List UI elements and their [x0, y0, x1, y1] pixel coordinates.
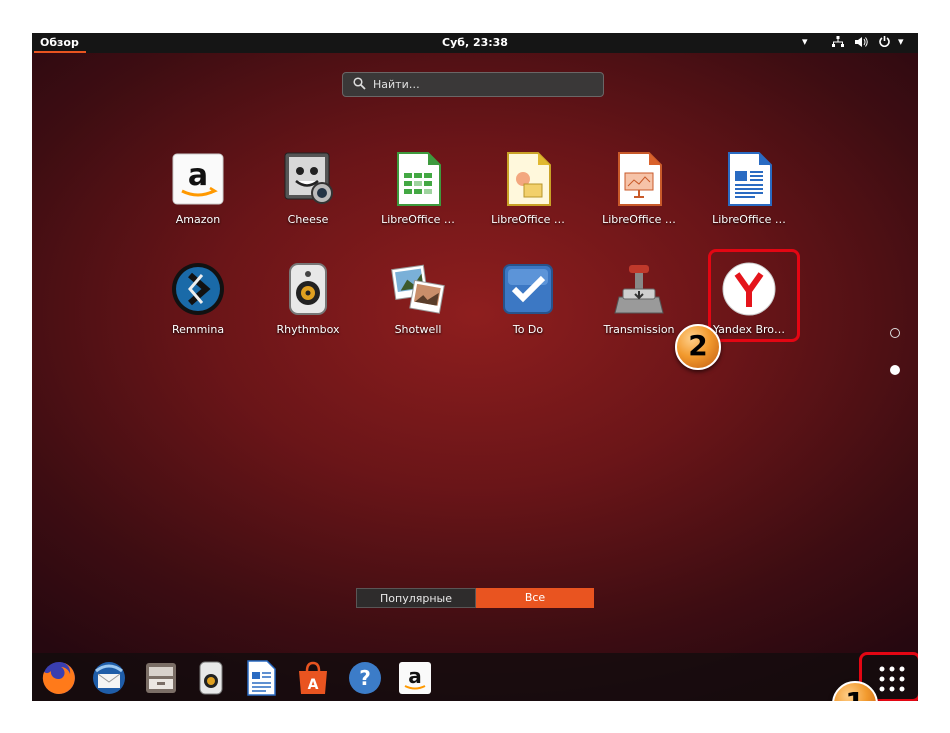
- libreoffice-writer-icon[interactable]: [242, 659, 280, 697]
- page-indicator-2[interactable]: [890, 365, 900, 375]
- firefox-icon[interactable]: [40, 659, 78, 697]
- yandex-highlight-box: [708, 249, 800, 342]
- app-label: Rhythmbox: [276, 323, 340, 336]
- view-switcher: Популярные Все: [356, 588, 594, 608]
- rhythmbox-icon: [280, 261, 336, 317]
- search-placeholder: Найти…: [373, 78, 420, 91]
- svg-text:A: A: [308, 677, 319, 693]
- transmission-icon: [611, 261, 667, 317]
- remmina-icon: [170, 261, 226, 317]
- page-indicator-1[interactable]: [890, 328, 900, 338]
- desktop-screen: Обзор Суб, 23:38 ▾ ▾ Найти… a Amazon Che…: [32, 33, 918, 701]
- libreoffice-draw-icon: [500, 151, 556, 207]
- clock[interactable]: Суб, 23:38: [32, 36, 918, 49]
- app-label: To Do: [512, 323, 544, 336]
- ubuntu-software-icon[interactable]: A: [294, 659, 332, 697]
- dropdown-arrow-icon[interactable]: ▾: [802, 35, 808, 48]
- thunderbird-icon[interactable]: [90, 659, 128, 697]
- svg-text:a: a: [408, 664, 422, 688]
- chevron-down-icon[interactable]: ▾: [898, 35, 904, 48]
- power-icon[interactable]: [878, 35, 891, 51]
- tab-all[interactable]: Все: [476, 588, 594, 608]
- app-label: LibreOffice …: [602, 213, 676, 226]
- dock: A ? a: [32, 653, 918, 701]
- app-amazon[interactable]: a Amazon: [143, 143, 253, 243]
- app-label: Remmina: [171, 323, 225, 336]
- libreoffice-writer-icon: [721, 151, 777, 207]
- top-bar: Обзор Суб, 23:38 ▾ ▾: [32, 33, 918, 53]
- amazon-icon[interactable]: a: [396, 659, 434, 697]
- app-label: LibreOffice …: [381, 213, 455, 226]
- app-libreoffice-impress[interactable]: LibreOffice …: [584, 143, 694, 243]
- libreoffice-impress-icon: [611, 151, 667, 207]
- app-rhythmbox[interactable]: Rhythmbox: [253, 253, 363, 353]
- rhythmbox-icon[interactable]: [192, 659, 230, 697]
- volume-icon[interactable]: [855, 36, 868, 51]
- svg-text:a: a: [188, 158, 208, 193]
- app-todo[interactable]: To Do: [473, 253, 583, 353]
- app-remmina[interactable]: Remmina: [143, 253, 253, 353]
- app-libreoffice-calc[interactable]: LibreOffice …: [363, 143, 473, 243]
- app-label: Cheese: [287, 213, 329, 226]
- app-label: Shotwell: [394, 323, 442, 336]
- app-cheese[interactable]: Cheese: [253, 143, 363, 243]
- tab-popular[interactable]: Популярные: [356, 588, 476, 608]
- app-label: LibreOffice …: [491, 213, 565, 226]
- files-icon[interactable]: [142, 659, 180, 697]
- step-2-badge: 2: [675, 324, 721, 370]
- app-shotwell[interactable]: Shotwell: [363, 253, 473, 353]
- app-label: Amazon: [175, 213, 221, 226]
- app-label: LibreOffice …: [712, 213, 786, 226]
- cheese-icon: [280, 151, 336, 207]
- libreoffice-calc-icon: [390, 151, 446, 207]
- activities-underline: [34, 51, 86, 53]
- app-libreoffice-writer[interactable]: LibreOffice …: [694, 143, 804, 243]
- app-libreoffice-draw[interactable]: LibreOffice …: [473, 143, 583, 243]
- network-icon[interactable]: [832, 36, 844, 51]
- shotwell-icon: [390, 261, 446, 317]
- svg-text:?: ?: [359, 666, 371, 690]
- amazon-icon: a: [170, 151, 226, 207]
- search-input[interactable]: Найти…: [342, 72, 604, 97]
- search-icon: [353, 77, 366, 93]
- todo-icon: [500, 261, 556, 317]
- help-icon[interactable]: ?: [346, 659, 384, 697]
